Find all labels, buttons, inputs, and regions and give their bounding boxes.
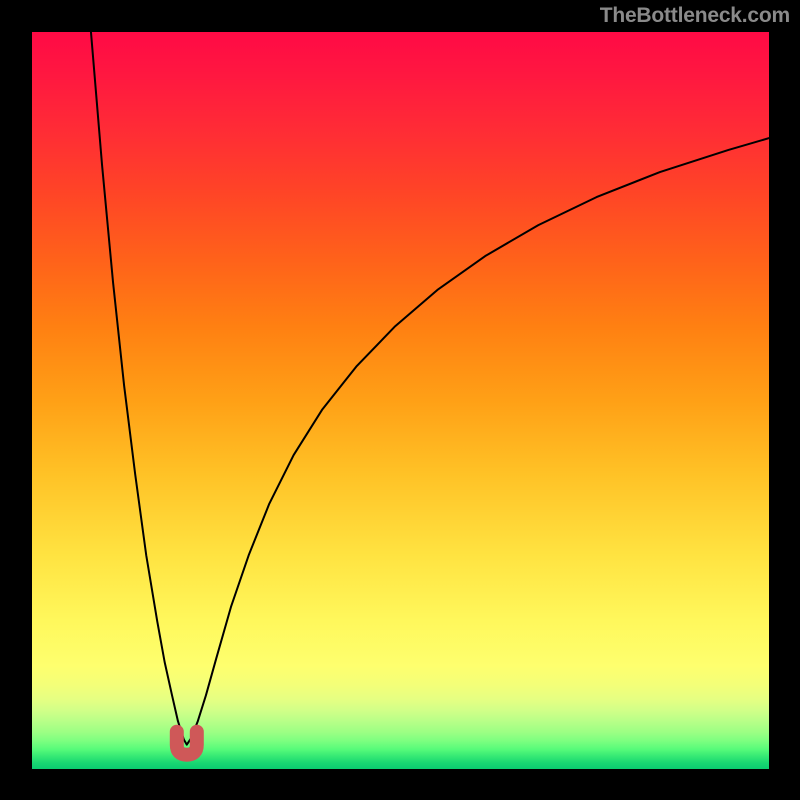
- plot-area: [32, 32, 769, 769]
- bottleneck-curve: [91, 32, 769, 745]
- chart-frame: TheBottleneck.com: [0, 0, 800, 800]
- curve-layer: [32, 32, 769, 769]
- watermark-text: TheBottleneck.com: [600, 4, 790, 28]
